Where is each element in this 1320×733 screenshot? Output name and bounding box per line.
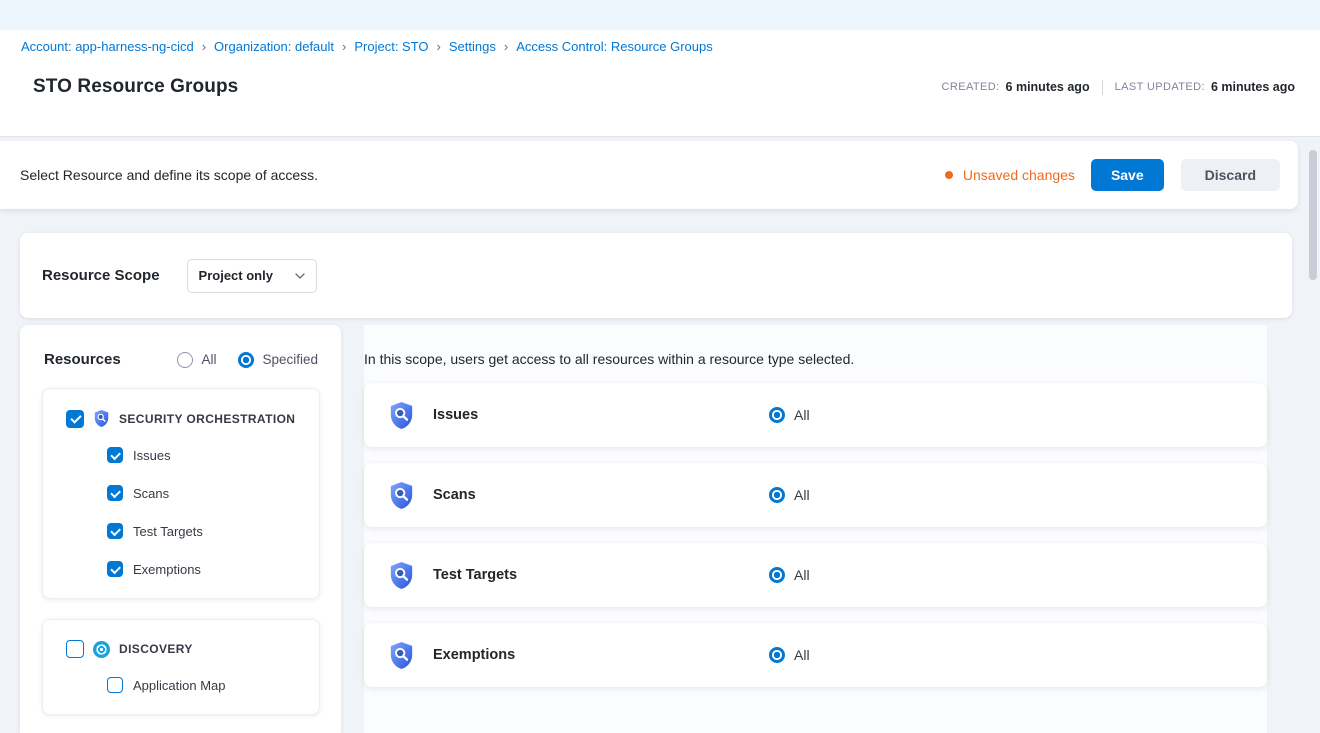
resource-scope-card: Resource Scope Project only xyxy=(20,233,1292,318)
radio-specified-label: Specified xyxy=(262,352,318,367)
radio-all-control[interactable] xyxy=(177,352,193,368)
scans-all-label: All xyxy=(794,487,810,503)
test-targets-all-radio[interactable] xyxy=(769,567,785,583)
unsaved-changes-indicator: Unsaved changes xyxy=(945,167,1075,183)
radio-all-label: All xyxy=(201,352,216,367)
radio-all[interactable]: All xyxy=(177,352,216,368)
resources-panel: Resources All Specified SECURITY ORCHEST… xyxy=(20,325,341,733)
resource-item-exemptions[interactable]: Exemptions xyxy=(43,550,319,588)
resource-item-test-targets[interactable]: Test Targets xyxy=(43,512,319,550)
breadcrumb-account[interactable]: Account: app-harness-ng-cicd xyxy=(21,39,194,54)
resource-row-issues: Issues All xyxy=(364,383,1267,447)
breadcrumb-separator-icon: › xyxy=(437,39,441,54)
breadcrumb-project[interactable]: Project: STO xyxy=(354,39,428,54)
radio-specified[interactable]: Specified xyxy=(238,352,318,368)
breadcrumb-separator-icon: › xyxy=(342,39,346,54)
resource-item-scans[interactable]: Scans xyxy=(43,474,319,512)
save-button[interactable]: Save xyxy=(1091,159,1164,191)
breadcrumb: Account: app-harness-ng-cicd › Organizat… xyxy=(21,39,1295,54)
issues-all-radio[interactable] xyxy=(769,407,785,423)
item-label: Test Targets xyxy=(133,524,203,539)
breadcrumb-separator-icon: › xyxy=(202,39,206,54)
resource-group-discovery: DISCOVERY Application Map xyxy=(42,619,320,715)
exemptions-all-radio[interactable] xyxy=(769,647,785,663)
exemptions-all-label: All xyxy=(794,647,810,663)
page-title: STO Resource Groups xyxy=(33,76,238,98)
resource-scope-dropdown[interactable]: Project only xyxy=(187,259,317,293)
vertical-scrollbar[interactable] xyxy=(1309,150,1317,280)
unsaved-dot-icon xyxy=(945,171,953,179)
timestamps: CREATED: 6 minutes ago LAST UPDATED: 6 m… xyxy=(942,80,1295,95)
sto-shield-icon xyxy=(388,560,415,591)
sto-shield-icon xyxy=(93,409,110,428)
resource-group-security-orchestration: SECURITY ORCHESTRATION Issues Scans Test… xyxy=(42,388,320,599)
exemptions-checkbox[interactable] xyxy=(107,561,123,577)
resource-item-issues[interactable]: Issues xyxy=(43,436,319,474)
unsaved-changes-label: Unsaved changes xyxy=(963,167,1075,183)
test-targets-checkbox[interactable] xyxy=(107,523,123,539)
resources-title: Resources xyxy=(44,351,121,368)
item-label: Application Map xyxy=(133,678,226,693)
resource-row-exemptions: Exemptions All xyxy=(364,623,1267,687)
group-title: DISCOVERY xyxy=(119,642,193,656)
page-header: Account: app-harness-ng-cicd › Organizat… xyxy=(0,30,1320,137)
resource-row-label: Test Targets xyxy=(433,567,517,583)
issues-checkbox[interactable] xyxy=(107,447,123,463)
sto-shield-icon xyxy=(388,400,415,431)
item-label: Issues xyxy=(133,448,171,463)
scope-description: In this scope, users get access to all r… xyxy=(364,325,1267,367)
toolbar-description: Select Resource and define its scope of … xyxy=(20,167,318,183)
group-header-discovery[interactable]: DISCOVERY xyxy=(43,632,319,666)
resource-row-test-targets: Test Targets All xyxy=(364,543,1267,607)
breadcrumb-separator-icon: › xyxy=(504,39,508,54)
resource-scope-label: Resource Scope xyxy=(42,267,160,284)
application-map-checkbox[interactable] xyxy=(107,677,123,693)
created-value: 6 minutes ago xyxy=(1006,80,1090,94)
resource-row-scans: Scans All xyxy=(364,463,1267,527)
sto-shield-icon xyxy=(388,640,415,671)
security-orchestration-checkbox[interactable] xyxy=(66,410,84,428)
discovery-icon xyxy=(93,641,110,658)
top-background-strip xyxy=(0,0,1320,30)
scope-detail-panel: In this scope, users get access to all r… xyxy=(364,325,1267,733)
resource-item-application-map[interactable]: Application Map xyxy=(43,666,319,704)
radio-specified-control[interactable] xyxy=(238,352,254,368)
resource-row-label: Scans xyxy=(433,487,476,503)
discard-button[interactable]: Discard xyxy=(1181,159,1280,191)
resource-row-label: Issues xyxy=(433,407,478,423)
issues-all-label: All xyxy=(794,407,810,423)
resource-row-label: Exemptions xyxy=(433,647,515,663)
group-title: SECURITY ORCHESTRATION xyxy=(119,412,295,426)
scans-checkbox[interactable] xyxy=(107,485,123,501)
chevron-down-icon xyxy=(295,273,305,279)
action-toolbar: Select Resource and define its scope of … xyxy=(0,141,1298,209)
scans-all-radio[interactable] xyxy=(769,487,785,503)
breadcrumb-settings[interactable]: Settings xyxy=(449,39,496,54)
last-updated-label: LAST UPDATED: xyxy=(1115,81,1205,93)
breadcrumb-access-control[interactable]: Access Control: Resource Groups xyxy=(516,39,713,54)
test-targets-all-label: All xyxy=(794,567,810,583)
group-header-security-orchestration[interactable]: SECURITY ORCHESTRATION xyxy=(43,401,319,436)
discovery-checkbox[interactable] xyxy=(66,640,84,658)
sto-shield-icon xyxy=(388,480,415,511)
created-label: CREATED: xyxy=(942,81,1000,93)
meta-divider xyxy=(1102,80,1103,95)
resource-scope-selected-value: Project only xyxy=(199,268,273,283)
last-updated-value: 6 minutes ago xyxy=(1211,80,1295,94)
item-label: Exemptions xyxy=(133,562,201,577)
breadcrumb-organization[interactable]: Organization: default xyxy=(214,39,334,54)
item-label: Scans xyxy=(133,486,169,501)
